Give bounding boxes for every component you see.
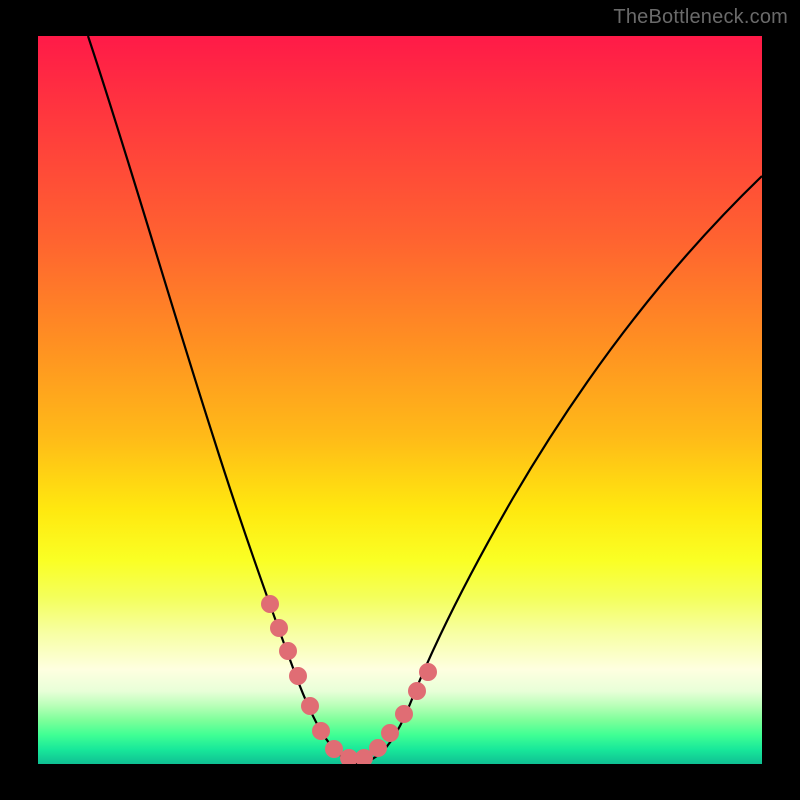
chart-frame: TheBottleneck.com	[0, 0, 800, 800]
curve-layer	[38, 36, 762, 764]
highlight-dots	[262, 596, 437, 765]
plot-area	[38, 36, 762, 764]
watermark-text: TheBottleneck.com	[613, 6, 788, 29]
bottleneck-curve	[88, 36, 762, 763]
